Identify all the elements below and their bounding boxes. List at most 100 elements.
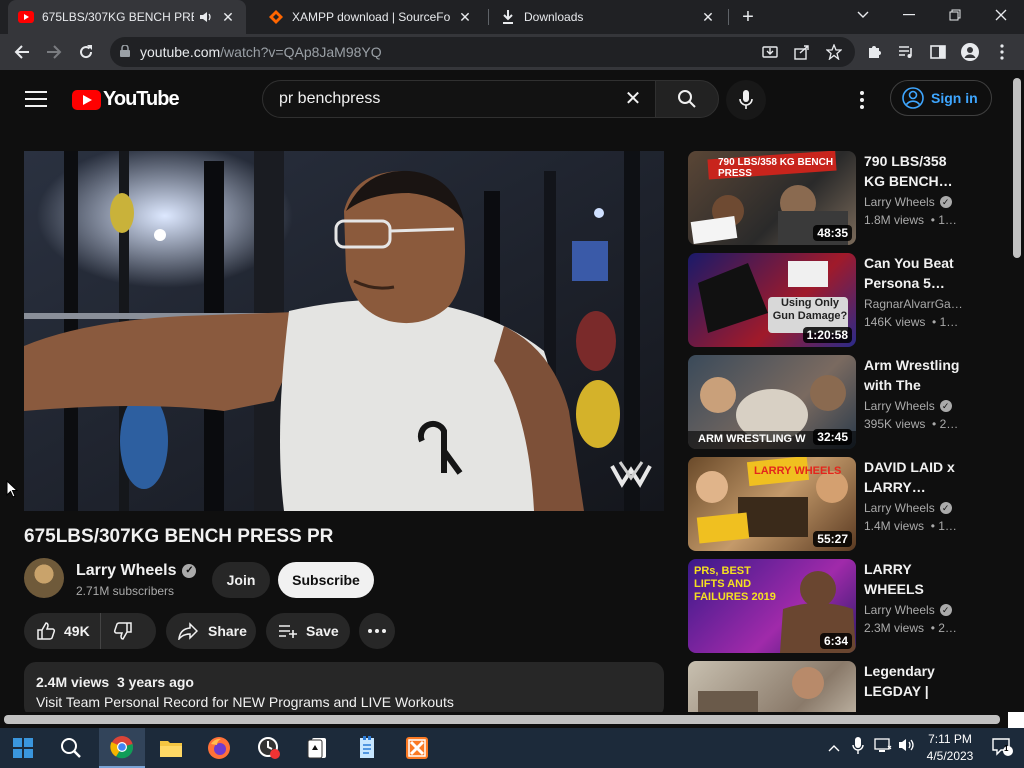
reload-icon[interactable] (72, 38, 100, 66)
clock-time: 7:11 PM (928, 732, 972, 746)
network-icon[interactable] (874, 737, 892, 756)
speaker-icon[interactable] (198, 9, 214, 25)
horizontal-scrollbar[interactable] (0, 712, 1010, 726)
rec-channel-name: Larry Wheels (864, 195, 935, 209)
system-clock[interactable]: 7:11 PM 4/5/2023 (920, 731, 980, 765)
chrome-icon[interactable] (99, 728, 145, 768)
video-player[interactable] (24, 151, 664, 511)
close-window-button[interactable] (978, 0, 1024, 30)
verified-check-icon: ✓ (182, 564, 197, 578)
share-button[interactable]: Share (166, 613, 256, 649)
tab-xampp[interactable]: XAMPP download | SourceForge.net ✕ (258, 0, 483, 34)
description-box[interactable]: 2.4M views 3 years ago Visit Team Person… (24, 662, 664, 718)
video-duration: 48:35 (813, 225, 852, 241)
file-explorer-icon[interactable] (148, 728, 194, 768)
search-input[interactable]: pr benchpress ✕ (262, 80, 656, 118)
close-tab-icon[interactable]: ✕ (457, 9, 473, 25)
voice-search-button[interactable] (726, 80, 766, 120)
video-duration: 32:45 (813, 429, 852, 445)
thumbs-down-icon (111, 619, 135, 643)
tab-separator (488, 9, 489, 25)
share-page-icon[interactable] (788, 38, 816, 66)
settings-menu-icon[interactable] (850, 88, 874, 112)
video-thumbnail[interactable]: ARM WRESTLING W 32:45 (688, 355, 856, 449)
subscriber-count: 2.71M subscribers (76, 584, 175, 598)
recommended-video[interactable]: Legendary LEGDAY | Tom… (688, 661, 988, 712)
browser-menu-icon[interactable] (988, 38, 1016, 66)
video-thumbnail[interactable]: PRs, BEST LIFTS AND FAILURES 2019 6:34 (688, 559, 856, 653)
rec-views: 395K views • 2… (864, 417, 958, 431)
scroll-thumb[interactable] (1013, 78, 1021, 258)
rec-view-count: 395K views (864, 417, 926, 431)
notepad-icon[interactable] (344, 728, 390, 768)
notification-count: 1 (1004, 744, 1009, 753)
minimize-window-button[interactable] (886, 0, 932, 30)
address-bar[interactable]: youtube.com/watch?v=QAp8JaM98YQ (110, 37, 855, 67)
search-icon[interactable] (48, 728, 94, 768)
rec-channel-name: Larry Wheels (864, 501, 935, 515)
rec-channel: RagnarAlvarrGa… (864, 297, 963, 311)
close-tab-icon[interactable]: ✕ (220, 9, 236, 25)
dislike-button[interactable] (101, 613, 145, 649)
new-tab-button[interactable]: + (734, 2, 762, 32)
rec-channel: Larry Wheels ✓ (864, 603, 952, 617)
youtube-logo[interactable]: YouTube (72, 88, 180, 111)
tab-search-icon[interactable] (840, 0, 886, 30)
thumbnail-text: LARRY WHEELS (754, 465, 842, 477)
view-meta: 2.4M views 3 years ago (36, 674, 652, 690)
rec-channel: Larry Wheels ✓ (864, 399, 952, 413)
youtube-play-icon (72, 89, 101, 110)
notification-center-icon[interactable]: 1 (992, 737, 1014, 760)
close-tab-icon[interactable]: ✕ (700, 9, 716, 25)
subscribe-button[interactable]: Subscribe (278, 562, 374, 598)
join-button[interactable]: Join (212, 562, 270, 598)
video-thumbnail[interactable]: LARRY WHEELS 55:27 (688, 457, 856, 551)
rec-title: Can You Beat Persona 5… (864, 255, 954, 291)
side-panel-icon[interactable] (924, 38, 952, 66)
vertical-scrollbar[interactable] (1010, 70, 1024, 730)
volume-icon[interactable] (898, 737, 916, 756)
extensions-puzzle-icon[interactable] (860, 38, 888, 66)
channel-avatar[interactable] (24, 558, 64, 598)
tab-youtube[interactable]: 675LBS/307KG BENCH PRESS PR - YouTube ✕ (8, 0, 246, 34)
rec-title: Arm Wrestling with The Tren… (864, 357, 960, 393)
video-thumbnail[interactable]: 790 LBS/358 KG BENCH PRESS 48:35 (688, 151, 856, 245)
recommended-video[interactable]: PRs, BEST LIFTS AND FAILURES 2019 6:34 L… (688, 559, 988, 655)
video-duration: 55:27 (813, 531, 852, 547)
bookmark-star-icon[interactable] (820, 38, 848, 66)
scroll-thumb[interactable] (4, 715, 1000, 724)
rec-view-count: 2.3M views (864, 621, 925, 635)
microphone-icon[interactable] (852, 737, 864, 758)
tab-downloads[interactable]: Downloads ✕ (492, 0, 724, 34)
media-controls-icon[interactable] (892, 38, 920, 66)
recommended-video[interactable]: LARRY WHEELS 55:27 DAVID LAID x LARRY… L… (688, 457, 988, 553)
rec-channel: Larry Wheels ✓ (864, 501, 952, 515)
hamburger-menu-icon[interactable] (24, 89, 48, 109)
save-button[interactable]: Save (266, 613, 350, 649)
search-button[interactable] (655, 80, 719, 118)
more-actions-button[interactable] (359, 613, 395, 649)
windows-start-icon[interactable] (0, 728, 46, 768)
back-arrow-icon[interactable] (8, 38, 36, 66)
lock-icon[interactable] (120, 43, 140, 60)
xampp-icon[interactable] (394, 728, 440, 768)
firefox-icon[interactable] (196, 728, 242, 768)
share-label: Share (208, 623, 247, 639)
channel-name[interactable]: Larry Wheels ✓ (76, 562, 197, 580)
sign-in-button[interactable]: Sign in (890, 80, 992, 116)
show-hidden-icons-icon[interactable] (828, 739, 840, 755)
recommended-video[interactable]: ARM WRESTLING W 32:45 Arm Wrestling with… (688, 355, 988, 451)
video-thumbnail[interactable] (688, 661, 856, 712)
app-icon[interactable] (246, 728, 292, 768)
recommended-video[interactable]: 790 LBS/358 KG BENCH PRESS 48:35 790 LBS… (688, 151, 988, 247)
profile-avatar-icon[interactable] (956, 38, 984, 66)
video-thumbnail[interactable]: Using Only Gun Damage? 1:20:58 (688, 253, 856, 347)
recommended-video[interactable]: Using Only Gun Damage? 1:20:58 Can You B… (688, 253, 988, 349)
clear-search-icon[interactable]: ✕ (623, 89, 643, 109)
like-button[interactable]: 49K (24, 613, 101, 649)
install-app-icon[interactable] (756, 38, 784, 66)
solitaire-icon[interactable] (294, 728, 340, 768)
restore-window-button[interactable] (932, 0, 978, 30)
forward-arrow-icon[interactable] (40, 38, 68, 66)
windows-taskbar: 7:11 PM 4/5/2023 1 (0, 728, 1024, 768)
